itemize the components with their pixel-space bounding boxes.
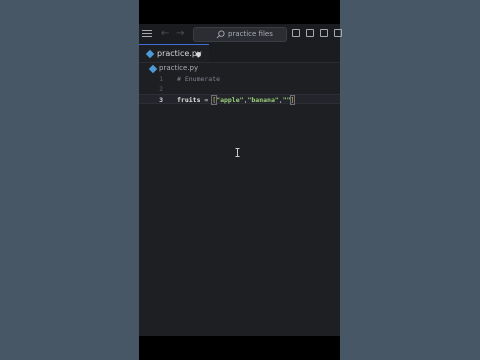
unsaved-dot-icon[interactable] [196, 52, 201, 57]
video-frame: ← → practice files practice.py practice.… [139, 0, 342, 360]
menu-icon[interactable] [142, 28, 152, 40]
title-bar: ← → practice files [139, 24, 342, 44]
text-cursor-icon [235, 148, 240, 157]
string-literal: "banana" [247, 96, 279, 104]
code-line: 2 [139, 84, 340, 94]
variable-name: fruits [177, 96, 201, 104]
code-line-current: 3 fruits = ["apple","banana",""] [139, 94, 340, 105]
text-cursor [294, 96, 296, 104]
search-text: practice files [228, 30, 273, 38]
string-literal: "" [282, 96, 291, 104]
command-search-box[interactable]: practice files [193, 27, 287, 42]
line-number: 3 [159, 96, 163, 104]
python-file-icon [148, 64, 158, 74]
line-number: 2 [159, 85, 163, 93]
customize-layout-icon[interactable] [334, 29, 342, 37]
operator: = [200, 96, 213, 104]
toggle-primary-sidebar-icon[interactable] [292, 29, 300, 37]
toggle-panel-icon[interactable] [306, 29, 314, 37]
breadcrumb-file[interactable]: practice.py [159, 63, 198, 74]
tab-practice-py[interactable]: practice.py [139, 44, 209, 62]
code-text: fruits = ["apple","banana",""] [177, 95, 296, 105]
search-icon [216, 30, 225, 39]
string-literal: "apple" [216, 96, 244, 104]
code-line: 1 # Enumerate [139, 74, 340, 84]
python-file-icon [145, 49, 155, 59]
forward-arrow-icon[interactable]: → [176, 27, 184, 41]
right-backdrop [340, 0, 480, 360]
tab-bar: practice.py [139, 44, 340, 63]
code-comment: # Enumerate [177, 75, 221, 83]
tab-label: practice.py [157, 49, 202, 58]
line-number: 1 [159, 75, 163, 83]
left-backdrop [0, 0, 139, 360]
code-editor-window: ← → practice files practice.py practice.… [139, 24, 342, 336]
back-arrow-icon[interactable]: ← [161, 27, 169, 41]
toggle-secondary-sidebar-icon[interactable] [320, 29, 328, 37]
